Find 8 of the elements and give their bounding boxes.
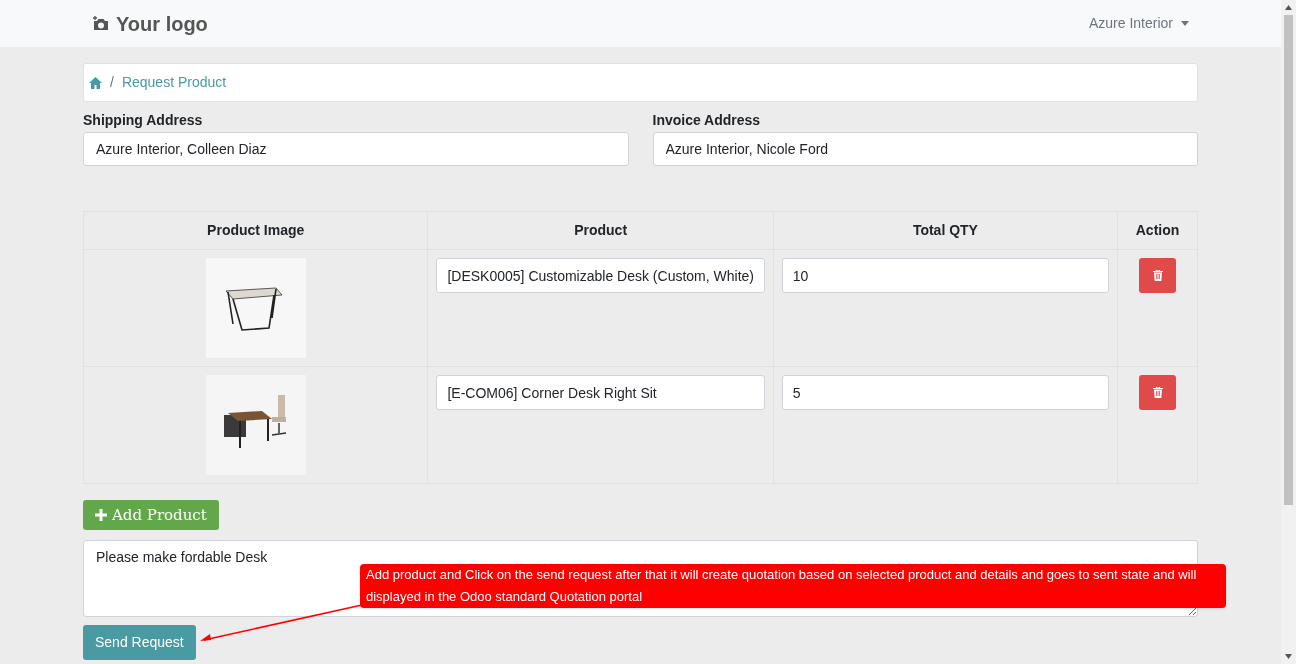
field-label: Shipping Address	[83, 111, 204, 130]
annotation-tooltip: Add product and Click on the send request after that it will create quotation based on selected product and details and goes to sent state and will displayed in the Odoo standard Quotation portal	[360, 564, 1226, 608]
column-header: Product	[427, 211, 774, 250]
breadcrumb-separator: /	[110, 73, 114, 92]
column-header: Action	[1117, 211, 1198, 250]
column-header: Product Image	[83, 211, 428, 250]
field-label: Invoice Address	[652, 111, 762, 130]
column-header: Total QTY	[773, 211, 1118, 250]
